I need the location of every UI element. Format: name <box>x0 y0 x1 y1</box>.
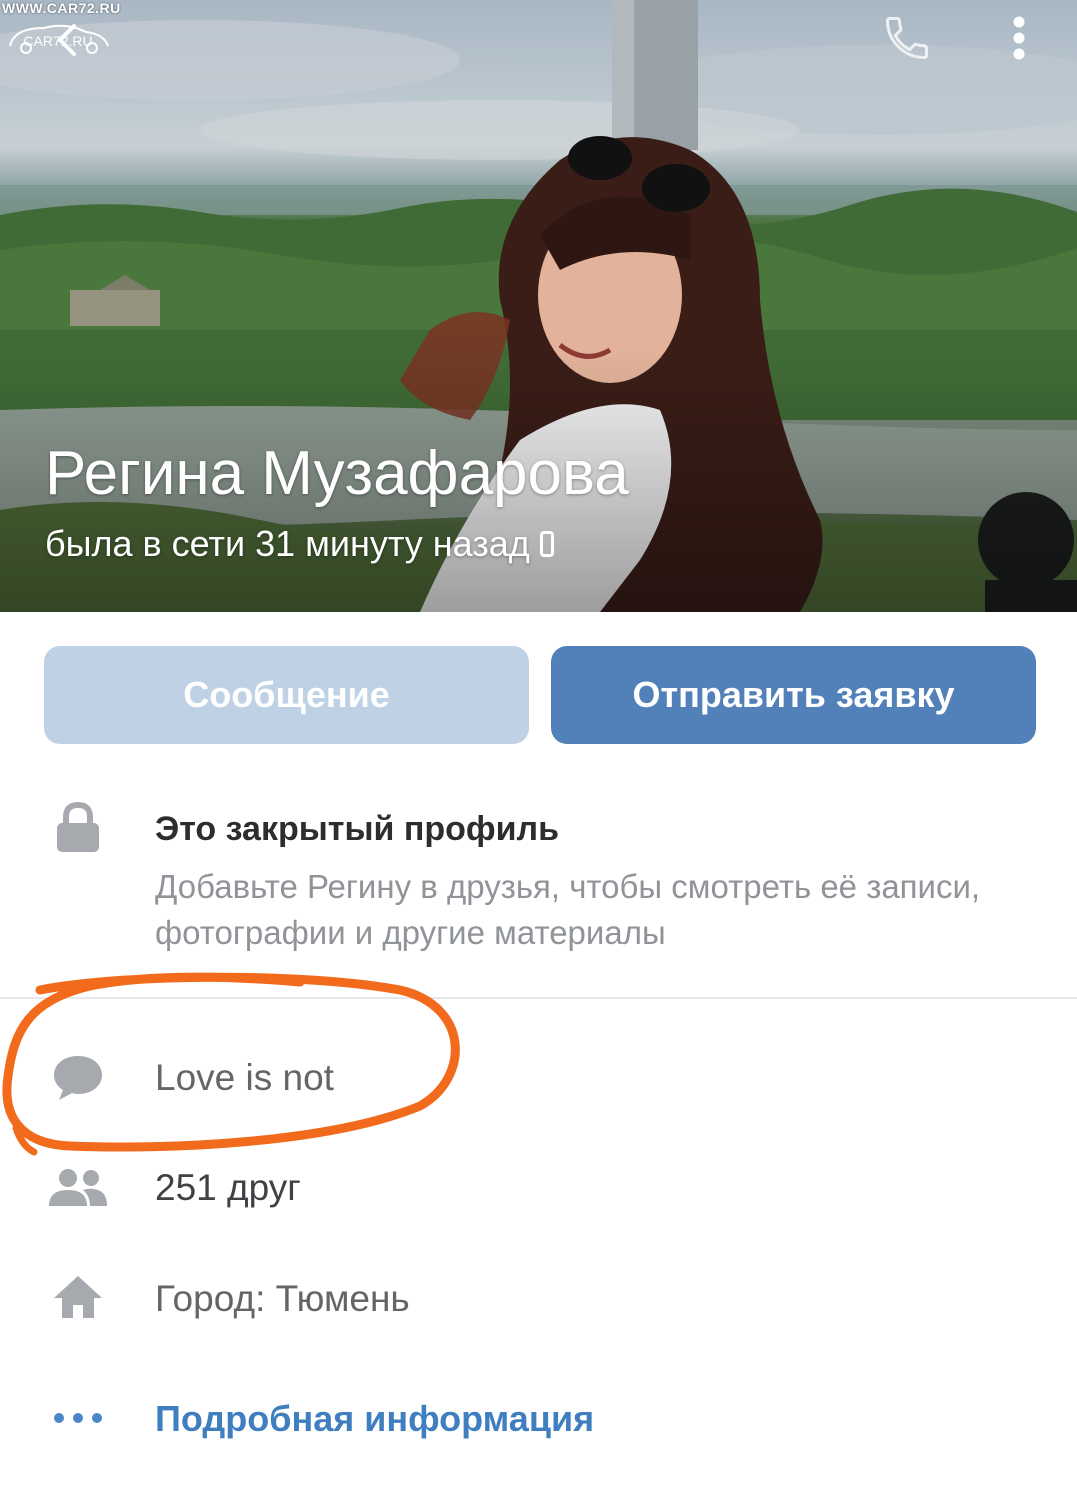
more-horizontal-icon <box>54 1413 102 1423</box>
call-button[interactable] <box>872 8 942 68</box>
home-icon <box>54 1276 102 1318</box>
online-status: была в сети 31 минуту назад <box>45 520 554 568</box>
message-button[interactable]: Сообщение <box>44 646 529 744</box>
profile-status-text: Love is not <box>155 1057 334 1098</box>
city-text: Город: Тюмень <box>155 1278 410 1319</box>
friends-icon-wrap <box>44 1166 112 1210</box>
back-button[interactable] <box>40 12 96 68</box>
profile-cover-photo[interactable]: WWW.CAR72.RU CAR72.RU Регина Музафарова <box>0 0 1077 612</box>
friends-icon <box>49 1169 107 1206</box>
back-arrow-icon <box>58 24 76 56</box>
online-status-text: была в сети 31 минуту назад <box>45 523 530 564</box>
detailed-info-link[interactable]: Подробная информация <box>155 1394 594 1444</box>
more-vertical-icon <box>1013 16 1025 60</box>
speech-bubble-icon <box>54 1056 102 1100</box>
closed-profile-description: Добавьте Регину в друзья, чтобы смотреть… <box>155 868 981 951</box>
send-friend-request-button[interactable]: Отправить заявку <box>551 646 1036 744</box>
friends-count-link[interactable]: 251 друг <box>155 1163 301 1213</box>
lock-icon <box>57 802 99 852</box>
home-icon-wrap <box>44 1272 112 1322</box>
phone-icon <box>885 16 929 60</box>
more-horizontal-icon-wrap <box>44 1406 112 1430</box>
speech-bubble-icon-wrap <box>44 1052 112 1104</box>
profile-name: Регина Музафарова <box>45 439 629 508</box>
divider <box>0 997 1077 999</box>
closed-profile-title: Это закрытый профиль <box>155 810 560 848</box>
more-options-button[interactable] <box>994 8 1044 68</box>
profile-page: WWW.CAR72.RU CAR72.RU Регина Музафарова <box>0 0 1077 1491</box>
mobile-phone-icon <box>539 531 554 557</box>
lock-icon-wrap <box>44 800 112 856</box>
